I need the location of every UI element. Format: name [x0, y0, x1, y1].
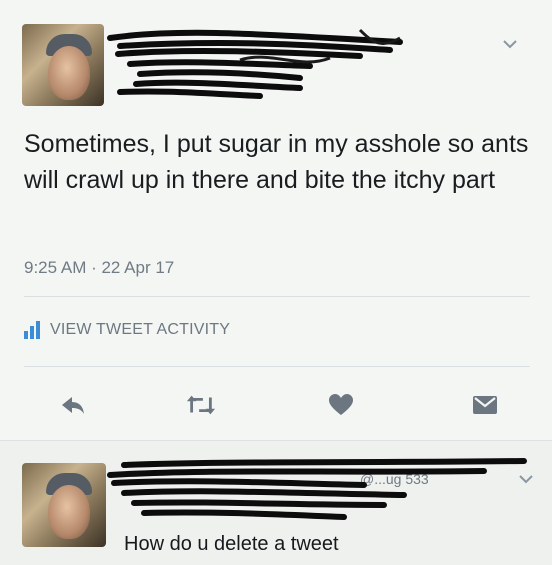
- avatar[interactable]: [22, 24, 104, 106]
- avatar-face: [48, 46, 90, 100]
- reply-tweet[interactable]: @...ug 533 How do u delete a tweet: [0, 440, 552, 565]
- view-tweet-activity-link[interactable]: VIEW TWEET ACTIVITY: [24, 318, 230, 342]
- tweet-timestamp[interactable]: 9:25 AM · 22 Apr 17: [24, 258, 174, 278]
- reply-avatar-face: [48, 485, 90, 539]
- tweet-actions: [0, 380, 552, 430]
- chevron-down-icon[interactable]: [502, 36, 518, 52]
- message-icon[interactable]: [470, 390, 500, 420]
- retweet-icon[interactable]: [186, 390, 216, 420]
- like-icon[interactable]: [326, 390, 356, 420]
- divider-top: [24, 296, 530, 297]
- activity-label: VIEW TWEET ACTIVITY: [50, 321, 231, 338]
- tweet-card: Sometimes, I put sugar in my asshole so …: [0, 0, 552, 440]
- reply-icon[interactable]: [58, 390, 88, 420]
- reply-avatar[interactable]: [22, 463, 106, 547]
- divider-actions: [24, 366, 530, 367]
- reply-text: How do u delete a tweet: [124, 533, 339, 555]
- tweet-text: Sometimes, I put sugar in my asshole so …: [24, 130, 529, 194]
- reply-chevron-down-icon[interactable]: [518, 471, 534, 487]
- redacted-reply-name-scribble: [104, 455, 534, 525]
- activity-bars-icon: [24, 321, 40, 339]
- redacted-name-scribble: [100, 20, 410, 102]
